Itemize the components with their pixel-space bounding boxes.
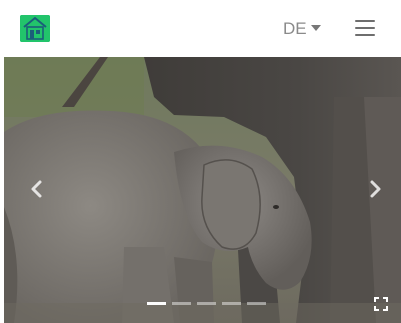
carousel-indicators <box>147 302 266 305</box>
site-logo[interactable] <box>20 15 50 42</box>
language-label: DE <box>283 19 307 38</box>
fullscreen-button[interactable] <box>374 297 388 311</box>
carousel-next-button[interactable] <box>364 177 388 201</box>
caret-down-icon <box>310 25 321 31</box>
menu-button[interactable] <box>355 20 377 37</box>
hamburger-menu-icon <box>355 20 375 22</box>
carousel-indicator-3[interactable] <box>197 302 216 305</box>
carousel-prev-button[interactable] <box>24 177 48 201</box>
chevron-left-icon <box>31 180 42 198</box>
house-logo-icon <box>20 15 50 42</box>
page: DE <box>0 0 401 323</box>
carousel-indicator-1[interactable] <box>147 302 166 305</box>
carousel-indicator-5[interactable] <box>247 302 266 305</box>
hamburger-line <box>355 27 375 29</box>
site-header: DE <box>0 0 401 56</box>
image-carousel[interactable] <box>4 57 401 323</box>
carousel-indicator-2[interactable] <box>172 302 191 305</box>
language-selector[interactable]: DE <box>283 17 321 41</box>
carousel-indicator-4[interactable] <box>222 302 241 305</box>
elephant-calf-photo <box>4 57 401 323</box>
chevron-right-icon <box>370 180 381 198</box>
hamburger-line <box>355 34 375 36</box>
fullscreen-icon <box>374 297 388 311</box>
